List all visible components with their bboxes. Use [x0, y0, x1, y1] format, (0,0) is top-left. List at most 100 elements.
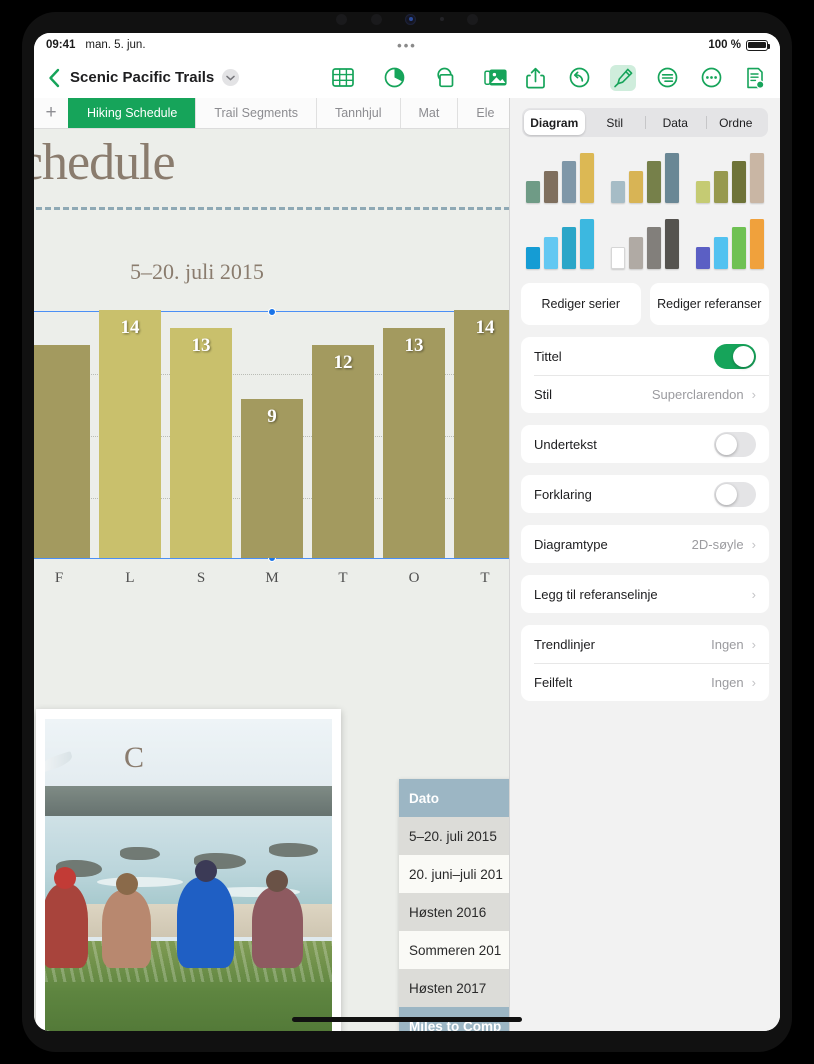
row-label: Feilfelt	[534, 674, 573, 690]
insert-media-icon[interactable]	[483, 65, 509, 91]
photo-frame[interactable]	[36, 709, 341, 1031]
chart-style-4[interactable]	[520, 217, 599, 269]
style-thumb-bar	[696, 247, 711, 269]
chevron-down-icon[interactable]	[222, 69, 240, 86]
document-options-icon[interactable]	[742, 65, 768, 91]
row-diagramtype[interactable]: Diagramtype 2D-søyle ›	[521, 525, 769, 563]
tab-stil[interactable]: Stil	[585, 110, 646, 135]
sheet-tab-hiking-schedule[interactable]: Hiking Schedule	[68, 98, 196, 128]
chart-axis-tick: F	[54, 569, 64, 586]
chart-bar-rect[interactable]: 13	[383, 328, 445, 558]
style-thumb-bar	[750, 153, 765, 203]
photo-person	[177, 859, 235, 968]
edit-series-button[interactable]: Rediger serier	[521, 283, 641, 325]
chart-bar-rect[interactable]: 9	[241, 399, 303, 558]
row-label: Legg til referanselinje	[534, 586, 658, 602]
share-icon[interactable]	[522, 65, 548, 91]
chart-format-panel[interactable]: Diagram Stil Data Ordne Rediger serier R…	[509, 98, 780, 1031]
chart-style-3[interactable]	[691, 151, 770, 203]
status-bar-left: 09:41 man. 5. jun.	[46, 39, 146, 51]
style-thumb-bar	[732, 227, 747, 269]
battery-icon	[746, 39, 771, 51]
chart-bar-rect[interactable]: 12	[312, 345, 374, 558]
style-thumb-bar	[646, 227, 661, 269]
battery-fill	[748, 41, 766, 49]
row-undertekst[interactable]: Undertekst	[521, 425, 769, 463]
status-bar: 09:41 man. 5. jun. ••• 100 %	[34, 33, 780, 57]
forklaring-toggle[interactable]	[714, 481, 756, 507]
chart-axis-tick: O	[408, 569, 420, 586]
style-thumb-bar	[664, 153, 679, 203]
chevron-right-icon: ›	[751, 636, 756, 652]
style-thumb-bar	[579, 219, 594, 269]
chart-style-5[interactable]	[605, 217, 684, 269]
row-forklaring[interactable]: Forklaring	[521, 475, 769, 513]
tittel-toggle[interactable]	[714, 343, 756, 369]
sheet-tab-ele[interactable]: Ele	[457, 98, 512, 128]
sheet-subtitle[interactable]: 5–20. juli 2015	[130, 259, 264, 285]
insert-chart-icon[interactable]	[381, 65, 407, 91]
chart-bar-rect[interactable]: 13	[170, 328, 232, 558]
sensor-dot-4	[467, 13, 478, 25]
style-thumb-bar	[714, 237, 729, 269]
undo-icon[interactable]	[566, 65, 592, 91]
chart-x-axis: FLSMTOT	[34, 560, 516, 596]
chart-bar[interactable]: 13	[383, 328, 445, 558]
edit-references-button[interactable]: Rediger referanser	[649, 283, 769, 325]
chart-bar[interactable]: 14	[99, 310, 161, 558]
insert-shape-icon[interactable]	[432, 65, 458, 91]
tab-diagram[interactable]: Diagram	[524, 110, 585, 135]
chart-bar-rect[interactable]	[34, 345, 90, 558]
chart-axis-tick: T	[338, 569, 348, 586]
chart-bar-rect[interactable]: 14	[99, 310, 161, 558]
style-thumb-bar	[543, 171, 558, 203]
panel-group-refline: Legg til referanselinje ›	[521, 575, 769, 613]
tab-data[interactable]: Data	[645, 110, 706, 135]
row-stil[interactable]: Stil Superclarendon ›	[521, 375, 769, 413]
tab-ordne[interactable]: Ordne	[705, 110, 767, 135]
add-sheet-button[interactable]: +	[34, 98, 68, 128]
chart-bar-rect[interactable]: 14	[454, 310, 516, 558]
home-indicator[interactable]	[292, 1017, 522, 1022]
bar-chart[interactable]: 14 13 9 12 13 14 F L S M T O T	[34, 308, 516, 596]
toggle-knob	[716, 433, 737, 455]
chart-bar[interactable]: 13	[170, 328, 232, 558]
panel-group-legend: Forklaring	[521, 475, 769, 513]
chart-axis-tick: L	[125, 569, 135, 586]
multitask-handle[interactable]: •••	[397, 38, 417, 53]
chart-style-6[interactable]	[691, 217, 770, 269]
chart-bar[interactable]: 12	[312, 345, 374, 558]
panel-group-title: Tittel Stil Superclarendon ›	[521, 337, 769, 413]
chart-plot-area[interactable]: 14 13 9 12 13 14	[34, 308, 516, 562]
style-thumb-bar	[610, 247, 625, 269]
sheet-tab-mat[interactable]: Mat	[399, 98, 458, 128]
chart-style-1[interactable]	[520, 151, 599, 203]
sheet-tab-trail-segments[interactable]: Trail Segments	[195, 98, 316, 128]
style-thumb-bar	[646, 161, 661, 203]
chart-style-2[interactable]	[605, 151, 684, 203]
format-brush-icon[interactable]	[610, 64, 636, 91]
chart-bar[interactable]: 9	[241, 399, 303, 558]
chart-bar-value-label: 14	[120, 317, 140, 338]
row-label: Undertekst	[534, 436, 597, 452]
chart-style-grid[interactable]	[520, 151, 770, 269]
row-tittel[interactable]: Tittel	[521, 337, 769, 375]
chart-bar[interactable]: 14	[454, 310, 516, 558]
row-legg-til-referanselinje[interactable]: Legg til referanselinje ›	[521, 575, 769, 613]
panel-segmented-control[interactable]: Diagram Stil Data Ordne	[522, 108, 768, 137]
chart-bar[interactable]	[34, 345, 90, 558]
ipad-device: 09:41 man. 5. jun. ••• 100 % Scenic Paci…	[0, 0, 814, 1064]
back-chevron-icon[interactable]	[44, 66, 64, 90]
row-feilfelt[interactable]: Feilfelt Ingen ›	[521, 663, 769, 701]
undertekst-toggle[interactable]	[714, 431, 756, 457]
row-trendlinjer[interactable]: Trendlinjer Ingen ›	[521, 625, 769, 663]
sheet-tab-tannhjul[interactable]: Tannhjul	[315, 98, 400, 128]
sheet-heading[interactable]: Schedule	[34, 133, 176, 192]
insert-table-icon[interactable]	[330, 65, 356, 91]
photo-headland	[45, 786, 332, 820]
panel-group-subtitle: Undertekst	[521, 425, 769, 463]
chart-selection-handle-top[interactable]	[268, 308, 276, 316]
page-title[interactable]: Scenic Pacific Trails	[70, 69, 214, 86]
more-icon[interactable]	[698, 65, 724, 91]
comment-icon[interactable]	[654, 65, 680, 91]
